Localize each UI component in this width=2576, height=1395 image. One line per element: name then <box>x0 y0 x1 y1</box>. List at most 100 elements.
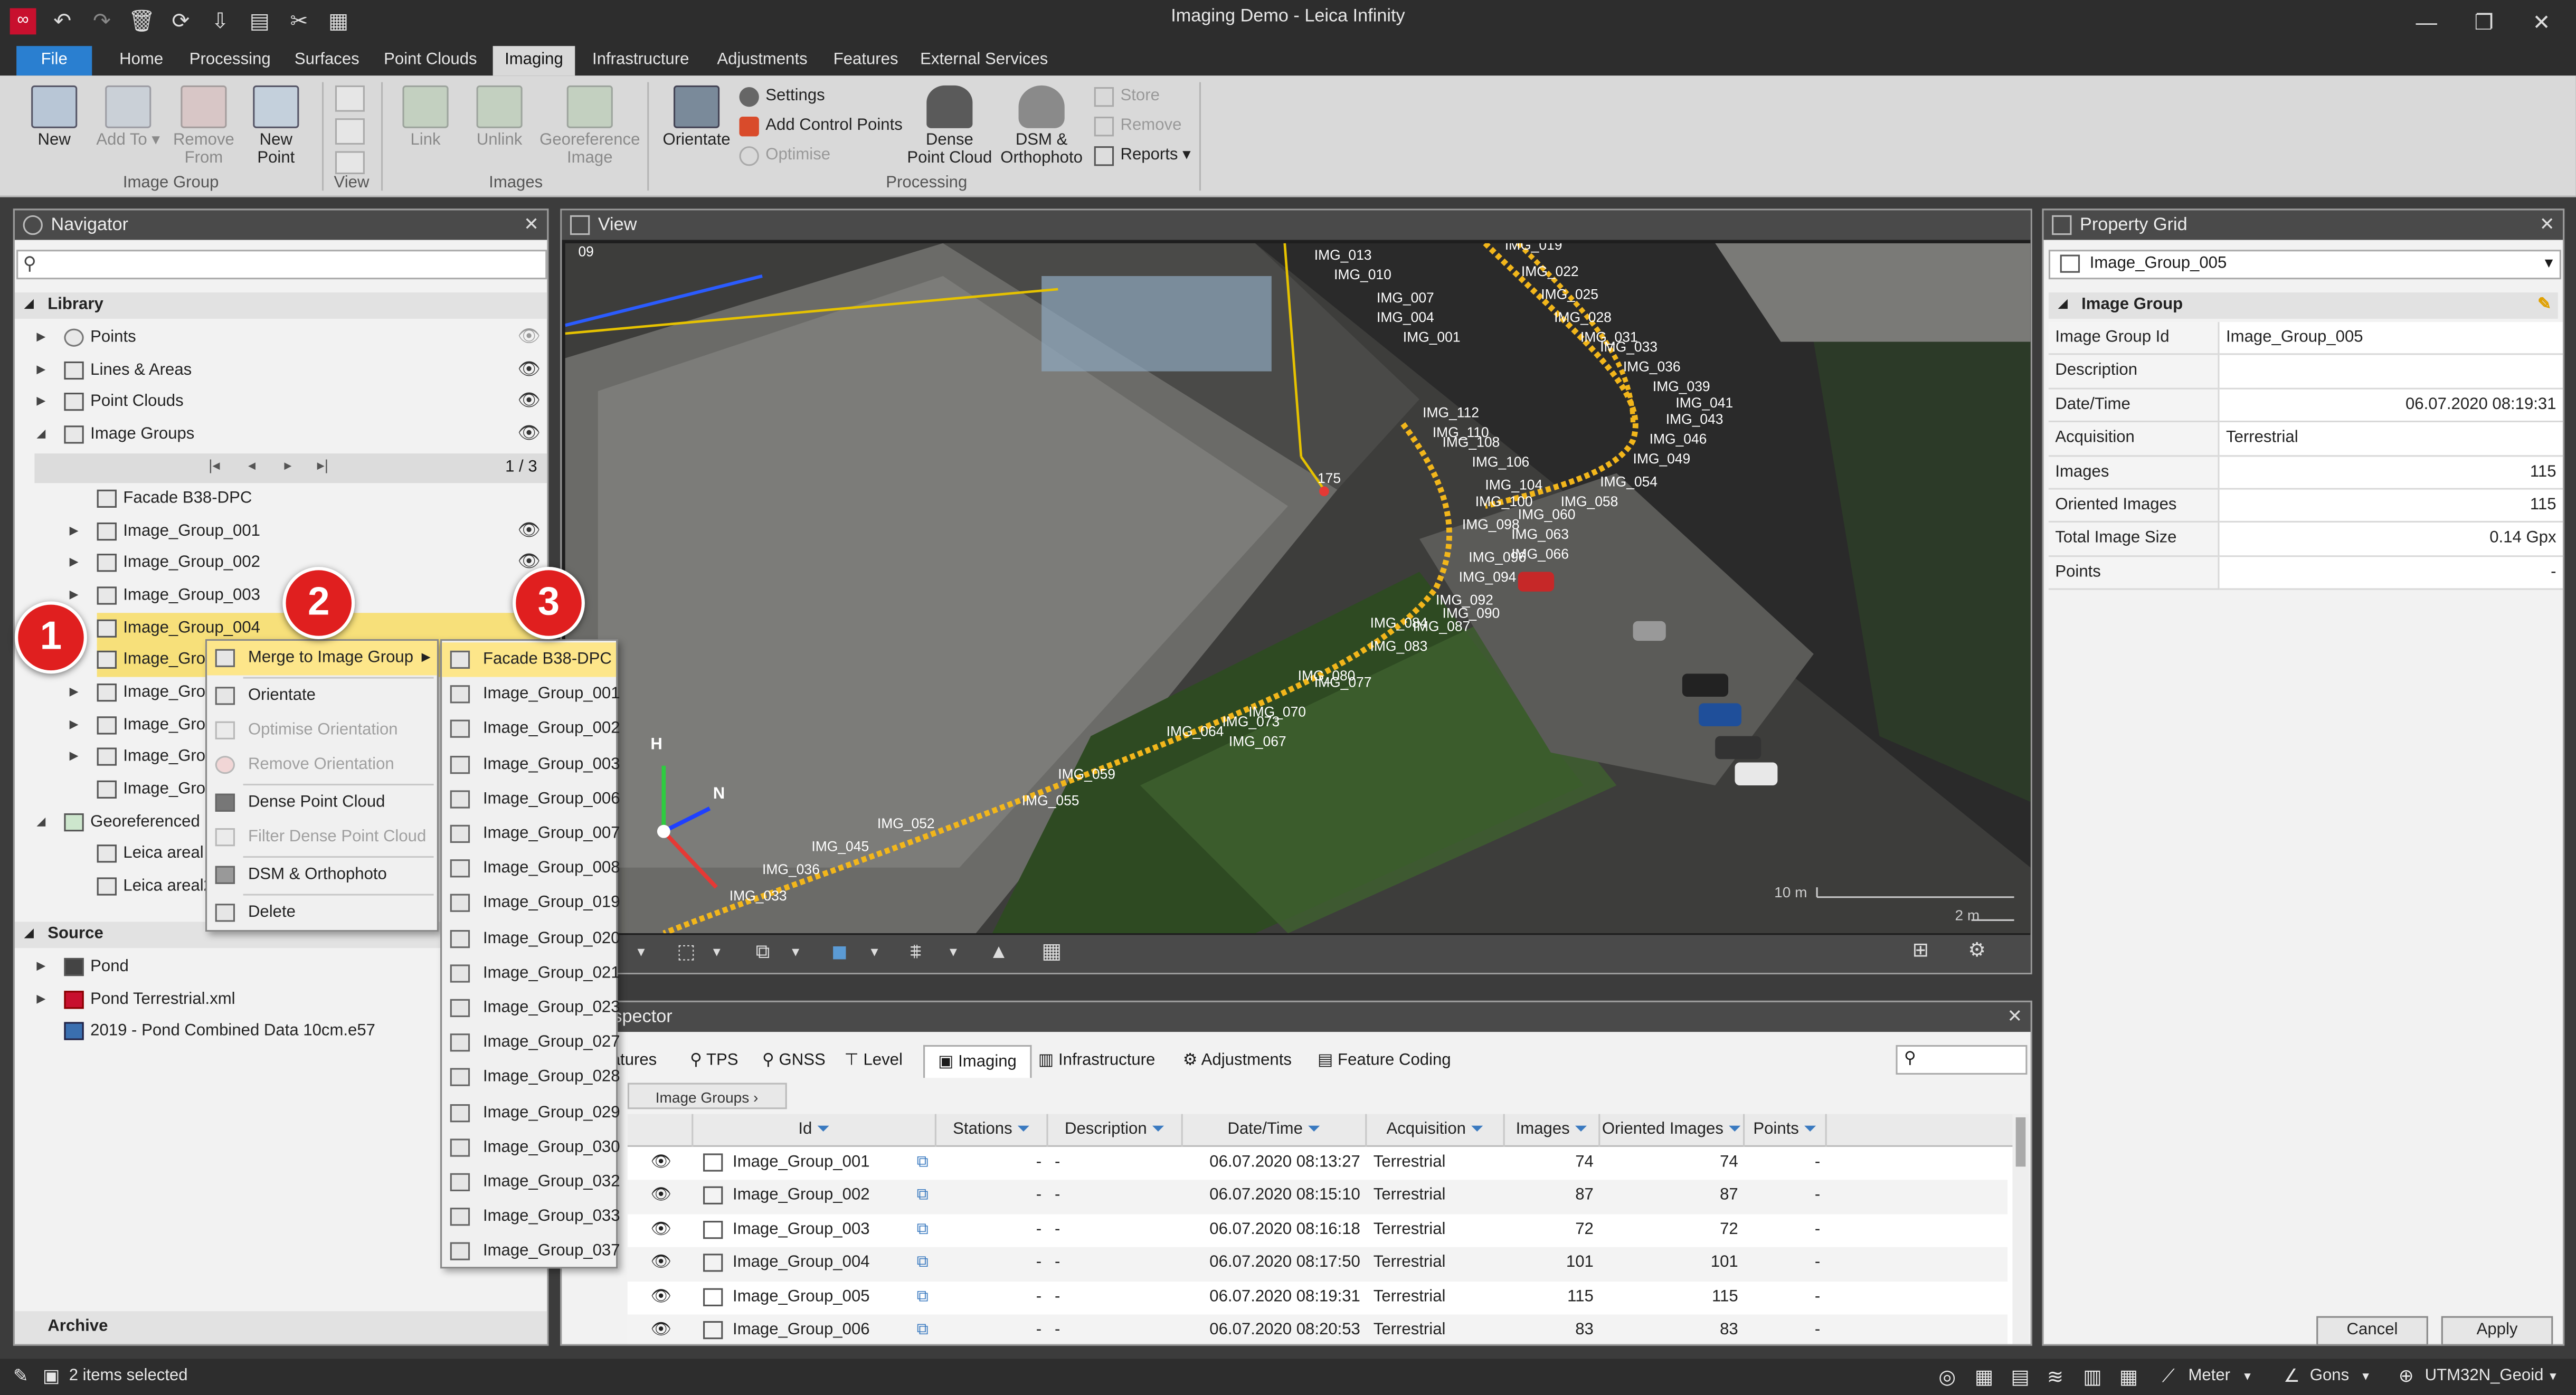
breadcrumb[interactable]: Image Groups › <box>627 1083 787 1109</box>
tab-external-services[interactable]: External Services <box>913 46 1055 75</box>
snap-icon[interactable]: ◎ <box>1938 1359 1956 1395</box>
edit-icon[interactable]: ✎ <box>13 1359 29 1395</box>
table-row[interactable]: 👁 Image_Group_001- -06.07.2020 08:13:27 Ter… <box>627 1146 2008 1181</box>
submenu-item[interactable]: Image_Group_027 <box>442 1026 620 1060</box>
inspector-close-icon[interactable]: ✕ <box>2007 1002 2022 1032</box>
image-label[interactable]: IMG_043 <box>1666 411 1723 427</box>
tab-level[interactable]: ⊤ Level <box>845 1051 903 1069</box>
image-label[interactable]: IMG_059 <box>1058 766 1115 782</box>
image-label[interactable]: IMG_067 <box>1229 733 1286 749</box>
chevron-down-icon[interactable]: ▾ <box>2362 1359 2369 1395</box>
archive-header[interactable]: Archive <box>15 1311 547 1344</box>
store-button[interactable]: Store <box>1094 84 1160 110</box>
new-point-button[interactable]: New Point <box>243 85 309 168</box>
close-button[interactable]: ✕ <box>2517 6 2566 39</box>
eye-icon[interactable]: 👁 <box>517 355 540 387</box>
chevron-down-icon[interactable]: ▾ <box>2550 1359 2556 1395</box>
view-single-icon[interactable] <box>335 85 365 112</box>
image-label[interactable]: IMG_098 <box>1462 516 1520 532</box>
table-row[interactable]: 👁 Image_Group_003- -06.07.2020 08:16:18 Ter… <box>627 1213 2008 1248</box>
dropdown-arrow-icon[interactable]: ▾ <box>638 943 645 961</box>
optimise-orientation-item[interactable]: Optimise Orientation <box>207 713 437 747</box>
calendar-icon[interactable]: ▦ <box>2119 1359 2138 1395</box>
image-label[interactable]: IMG_112 <box>1423 405 1479 421</box>
tab-processing[interactable]: Processing <box>181 46 279 75</box>
layers-icon[interactable]: ≋ <box>2047 1359 2063 1395</box>
table-row[interactable]: 👁 Image_Group_004- -06.07.2020 08:17:50 Ter… <box>627 1247 2008 1281</box>
property-value[interactable] <box>2219 355 2563 390</box>
filter-icon[interactable]: ⏷ <box>1303 1121 1321 1138</box>
column-header[interactable]: Images ⏷ <box>1505 1114 1600 1147</box>
submenu-item[interactable]: Image_Group_001 <box>442 677 620 711</box>
eye-icon[interactable]: 👁 <box>650 1214 671 1247</box>
image-label[interactable]: IMG_013 <box>1314 247 1372 263</box>
property-value[interactable]: 06.07.2020 08:19:31 <box>2219 389 2563 423</box>
pager-last-button[interactable]: ▸| <box>317 457 328 475</box>
tree-item-image-group-001[interactable]: ▶ Image_Group_001 👁 <box>70 516 541 548</box>
submenu-item[interactable]: Facade B38-DPC <box>442 642 617 677</box>
open-link-icon[interactable]: ⧉ <box>917 1180 929 1213</box>
eye-icon[interactable]: 👁 <box>650 1247 671 1280</box>
image-label[interactable]: IMG_108 <box>1443 434 1500 450</box>
terrain-icon[interactable]: ▲ <box>989 940 1009 963</box>
image-label[interactable]: IMG_019 <box>1505 243 1562 253</box>
3d-viewport[interactable]: IMG_013 IMG_010 IMG_007 IMG_004 IMG_001 IMG_0… <box>565 243 2031 934</box>
image-label[interactable]: IMG_022 <box>1521 263 1579 279</box>
submenu-item[interactable]: Image_Group_023 <box>442 991 620 1025</box>
tree-item-point-clouds[interactable]: ▶ Point Clouds 👁 <box>36 386 541 419</box>
filter-icon[interactable]: ⏷ <box>1012 1121 1030 1138</box>
eye-icon[interactable]: 👁 <box>650 1180 671 1213</box>
library-header[interactable]: ◢ Library <box>15 292 547 319</box>
property-value[interactable]: Image_Group_005 <box>2219 322 2563 356</box>
image-label[interactable]: IMG_096 <box>1469 549 1526 565</box>
submenu-item[interactable]: Image_Group_008 <box>442 851 620 886</box>
table-row[interactable]: 👁 Image_Group_005- -06.07.2020 08:19:31 Ter… <box>627 1280 2008 1315</box>
submenu-item[interactable]: Image_Group_006 <box>442 782 620 816</box>
edit-pencil-icon[interactable]: ✎ <box>2537 292 2551 319</box>
dense-point-cloud-item[interactable]: Dense Point Cloud <box>207 785 437 820</box>
tab-home[interactable]: Home <box>105 46 177 75</box>
image-group-section-header[interactable]: ◢ Image Group ✎ <box>2048 292 2558 319</box>
image-label[interactable]: IMG_052 <box>877 815 935 831</box>
filter-dense-point-cloud-item[interactable]: Filter Dense Point Cloud <box>207 820 437 854</box>
tab-features[interactable]: Features <box>825 46 907 75</box>
cancel-button[interactable]: Cancel <box>2316 1316 2428 1346</box>
image-label[interactable]: IMG_028 <box>1554 309 1612 325</box>
pager-prev-button[interactable]: ◂ <box>248 457 255 475</box>
image-label[interactable]: IMG_036 <box>762 861 820 877</box>
tab-imaging[interactable]: ▣ Imaging <box>923 1045 1031 1078</box>
table-row[interactable]: 👁 Image_Group_002- -06.07.2020 08:15:10 Ter… <box>627 1180 2008 1214</box>
dsm-orthophoto-button[interactable]: DSM & Orthophoto <box>996 85 1087 168</box>
image-label[interactable]: IMG_077 <box>1314 674 1372 690</box>
eye-icon[interactable]: 👁 <box>517 386 540 419</box>
eye-icon[interactable]: 👁 <box>517 419 540 451</box>
view-mode-icon[interactable]: ▦ <box>1975 1359 1993 1395</box>
table-icon[interactable]: ▤ <box>2011 1359 2029 1395</box>
eye-icon[interactable]: 👁 <box>650 1147 671 1180</box>
view-split-icon[interactable] <box>335 118 365 145</box>
image-label[interactable]: IMG_045 <box>811 839 869 855</box>
settings-button[interactable]: Settings <box>739 84 825 110</box>
object-selector-dropdown[interactable]: Image_Group_005 ▾ <box>2048 250 2561 280</box>
tab-infrastructure[interactable]: Infrastructure <box>582 46 700 75</box>
image-label[interactable]: IMG_004 <box>1377 309 1434 325</box>
georeference-image-button[interactable]: Georeference Image <box>539 85 641 168</box>
tree-item-facade[interactable]: Facade B38-DPC <box>97 483 541 515</box>
dense-point-cloud-button[interactable]: Dense Point Cloud <box>907 85 992 168</box>
tree-item-lines-areas[interactable]: ▶ Lines & Areas 👁 <box>36 355 541 387</box>
new-button[interactable]: New <box>23 85 86 149</box>
property-value[interactable]: 115 <box>2219 456 2563 490</box>
filter-icon[interactable]: ⏷ <box>1570 1121 1587 1138</box>
tab-infrastructure[interactable]: ▥ Infrastructure <box>1038 1051 1155 1069</box>
submenu-item[interactable]: Image_Group_032 <box>442 1165 620 1199</box>
tab-surfaces[interactable]: Surfaces <box>286 46 368 75</box>
filter-icon[interactable]: ⩨ <box>910 940 921 965</box>
image-label[interactable]: IMG_033 <box>1600 339 1658 355</box>
filter-icon[interactable]: ⏷ <box>1799 1121 1817 1138</box>
reports-button[interactable]: Reports ▾ <box>1094 143 1191 169</box>
orientate-item[interactable]: Orientate <box>207 679 437 713</box>
tab-imaging[interactable]: Imaging <box>493 46 575 76</box>
image-label[interactable]: IMG_033 <box>730 888 787 904</box>
image-label[interactable]: IMG_041 <box>1675 395 1733 411</box>
open-link-icon[interactable]: ⧉ <box>917 1247 929 1280</box>
